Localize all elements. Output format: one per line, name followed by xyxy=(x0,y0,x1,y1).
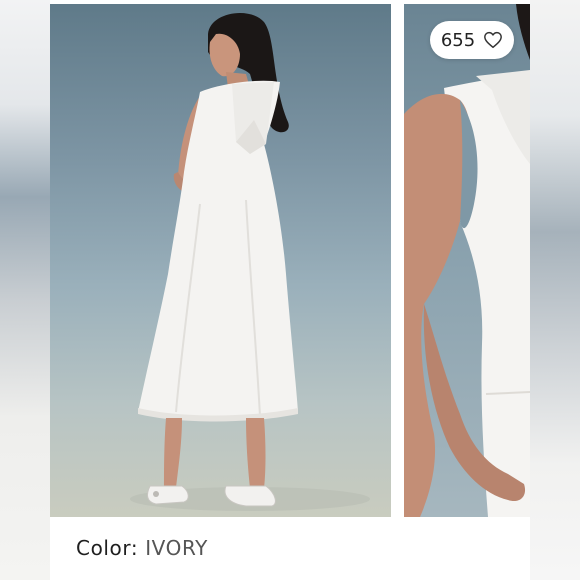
shoulder-detail-illustration xyxy=(404,4,530,517)
right-blur-border xyxy=(530,0,580,580)
product-photo-detail[interactable] xyxy=(404,4,530,517)
product-photo-main[interactable] xyxy=(50,4,391,517)
model-back-view-illustration xyxy=(130,12,370,511)
color-value: IVORY xyxy=(145,536,208,560)
like-count: 655 xyxy=(440,29,476,51)
heart-outline-icon xyxy=(484,31,503,49)
left-blur-border xyxy=(0,0,50,580)
color-caption: Color: IVORY xyxy=(76,536,208,560)
like-button[interactable]: 655 xyxy=(430,21,514,59)
color-label: Color: xyxy=(76,536,139,560)
